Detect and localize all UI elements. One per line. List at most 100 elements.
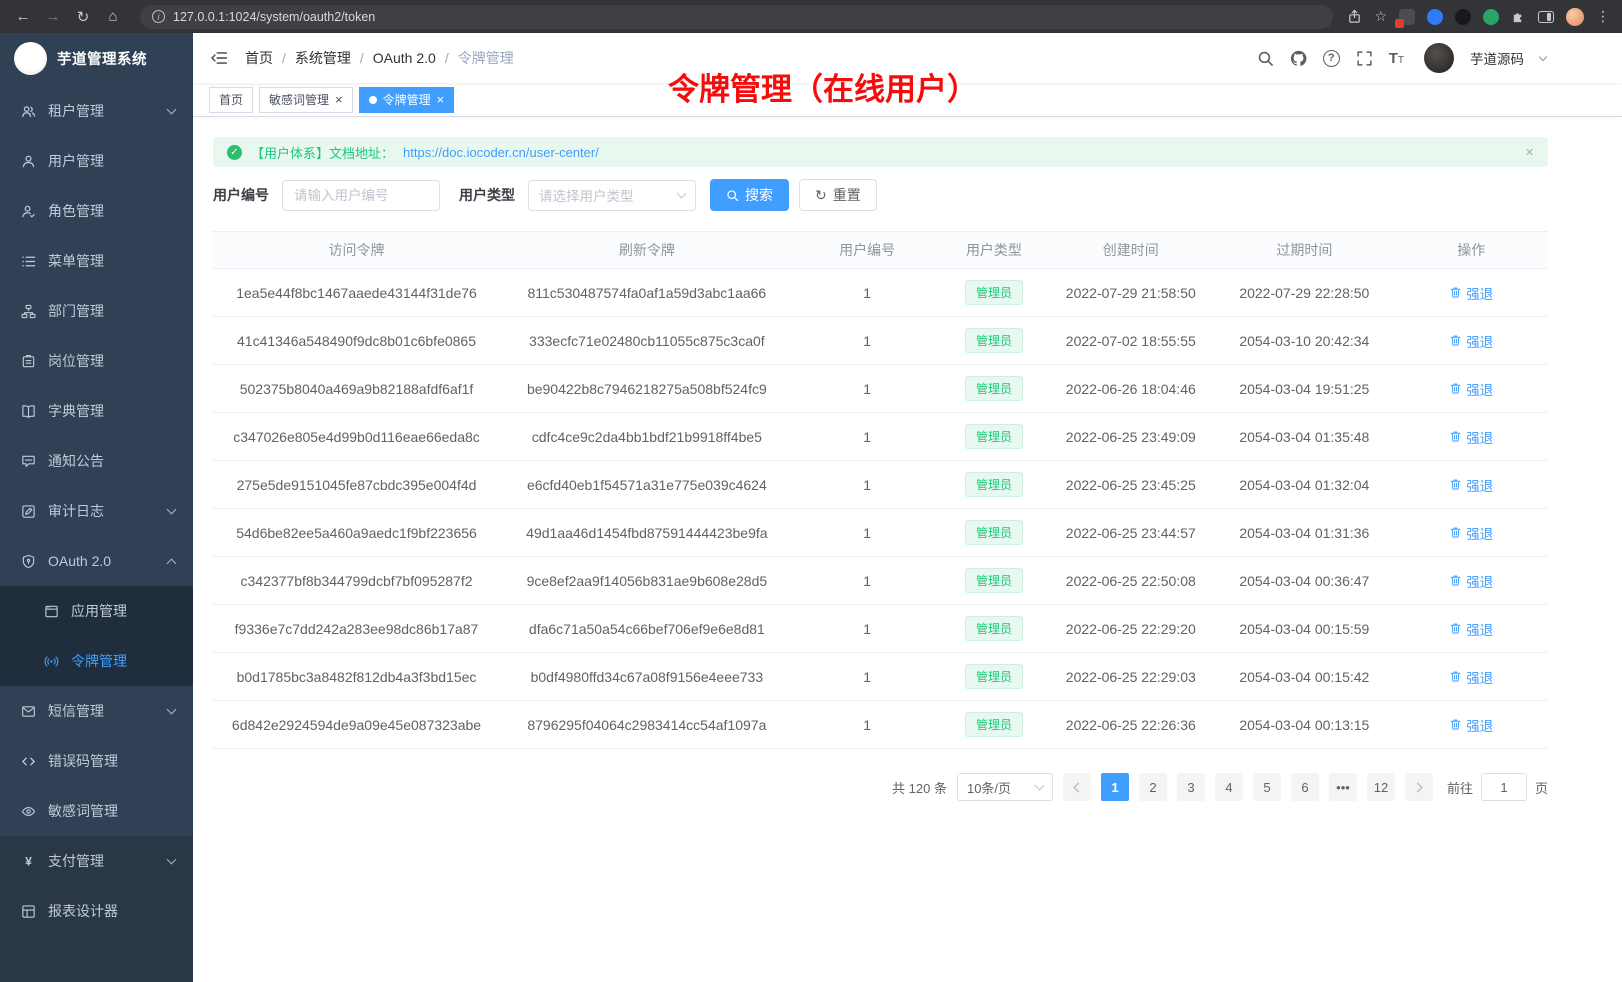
extension-icon-4[interactable] [1483,9,1499,25]
force-logout-button[interactable]: 强退 [1449,427,1493,447]
sidebar-item-report-designer[interactable]: 报表设计器 [0,886,193,936]
page-button[interactable]: 6 [1291,773,1319,801]
site-info-icon[interactable]: i [152,10,165,23]
extension-icon-1[interactable] [1399,9,1415,25]
breadcrumb-home[interactable]: 首页 [245,48,273,68]
refresh-token-cell: 49d1aa46d1454fbd87591444423be9fa [500,509,794,557]
expire-time-cell: 2054-03-04 00:15:59 [1214,605,1394,653]
close-icon[interactable]: × [437,93,445,106]
share-icon[interactable] [1347,9,1362,24]
force-logout-button[interactable]: 强退 [1449,667,1493,687]
back-icon[interactable]: ← [10,5,36,29]
browser-menu-icon[interactable]: ⋮ [1596,8,1610,25]
search-button[interactable]: 搜索 [710,179,789,211]
github-icon[interactable] [1290,50,1307,67]
sidebar-item-role[interactable]: 角色管理 [0,186,193,236]
tab-home[interactable]: 首页 [209,87,253,113]
sidebar-item-sms[interactable]: 短信管理 [0,686,193,736]
extension-icon-2[interactable] [1427,9,1443,25]
force-logout-button[interactable]: 强退 [1449,283,1493,303]
doc-link[interactable]: https://doc.iocoder.cn/user-center/ [403,145,599,160]
sidebar-item-menu[interactable]: 菜单管理 [0,236,193,286]
tab-sensitive-word[interactable]: 敏感词管理 × [259,87,353,113]
next-page-button[interactable] [1405,773,1433,801]
page-button[interactable]: 5 [1253,773,1281,801]
access-token-cell: b0d1785bc3a8482f812db4a3f3bd15ec [213,653,500,701]
extension-icon-3[interactable] [1455,9,1471,25]
browser-profile-avatar[interactable] [1566,8,1584,26]
search-icon[interactable] [1257,50,1274,67]
page-button[interactable]: 3 [1177,773,1205,801]
sidebar-item-dictionary[interactable]: 字典管理 [0,386,193,436]
sidebar-item-error-code[interactable]: 错误码管理 [0,736,193,786]
sidebar-fold-icon[interactable] [210,49,228,67]
page-unit-label: 页 [1535,778,1548,797]
page-size-select[interactable]: 10条/页 [957,773,1053,801]
sidebar-item-oauth[interactable]: OAuth 2.0 [0,536,193,586]
app-logo[interactable]: 芋道管理系统 [0,33,193,83]
help-icon[interactable]: ? [1323,50,1340,67]
refresh-token-cell: 9ce8ef2aa9f14056b831ae9b608e28d5 [500,557,794,605]
column-header: 用户类型 [941,232,1048,269]
sidebar-item-sensitive-word[interactable]: 敏感词管理 [0,786,193,836]
sidebar-item-department[interactable]: 部门管理 [0,286,193,336]
sidebar-item-audit-log[interactable]: 审计日志 [0,486,193,536]
tab-token-management[interactable]: 令牌管理 × [359,87,455,113]
force-logout-button[interactable]: 强退 [1449,571,1493,591]
alert-close-icon[interactable]: × [1525,144,1534,161]
dictionary-icon [21,404,36,419]
page-button[interactable]: 4 [1215,773,1243,801]
force-logout-button[interactable]: 强退 [1449,523,1493,543]
sidebar-item-token-management[interactable]: 令牌管理 [0,636,193,686]
forward-icon[interactable]: → [40,5,66,29]
refresh-icon[interactable]: ↻ [70,5,96,29]
side-panel-icon[interactable] [1538,11,1554,23]
chevron-down-icon[interactable] [1539,52,1547,60]
close-icon[interactable]: × [335,93,343,106]
sidebar-item-post[interactable]: 岗位管理 [0,336,193,386]
font-size-icon[interactable]: TT [1389,50,1404,67]
create-time-cell: 2022-06-25 23:49:09 [1047,413,1214,461]
prev-page-button[interactable] [1063,773,1091,801]
sidebar-item-announcement[interactable]: 通知公告 [0,436,193,486]
page-button[interactable]: 1 [1101,773,1129,801]
address-bar[interactable]: i 127.0.0.1:1024/system/oauth2/token [140,5,1333,29]
force-logout-button[interactable]: 强退 [1449,379,1493,399]
page-button[interactable]: 12 [1367,773,1395,801]
reset-button[interactable]: ↻ 重置 [799,179,877,211]
sidebar-item-user[interactable]: 用户管理 [0,136,193,186]
department-tree-icon [21,304,36,319]
page-button[interactable]: ••• [1329,773,1357,801]
home-icon[interactable]: ⌂ [100,5,126,29]
chevron-down-icon [167,104,177,114]
user-type-badge: 管理员 [965,472,1023,497]
refresh-token-cell: 8796295f04064c2983414cc54af1097a [500,701,794,749]
user-avatar[interactable] [1424,43,1454,73]
bookmark-star-icon[interactable]: ☆ [1374,8,1387,25]
force-logout-button[interactable]: 强退 [1449,331,1493,351]
alert-text: 【用户体系】文档地址： [251,143,394,162]
doc-alert: ✓ 【用户体系】文档地址： https://doc.iocoder.cn/use… [213,137,1548,167]
breadcrumb-system[interactable]: 系统管理 [295,48,351,68]
force-logout-button[interactable]: 强退 [1449,475,1493,495]
breadcrumb-oauth[interactable]: OAuth 2.0 [373,50,436,66]
sidebar-item-app-management[interactable]: 应用管理 [0,586,193,636]
sidebar-item-tenant[interactable]: 租户管理 [0,86,193,136]
user-type-label: 用户类型 [459,185,515,205]
page-button[interactable]: 2 [1139,773,1167,801]
sidebar-item-payment[interactable]: 支付管理 [0,836,193,886]
fullscreen-icon[interactable] [1356,50,1373,67]
extensions-puzzle-icon[interactable] [1511,9,1526,24]
chevron-down-icon [167,704,177,714]
goto-page-input[interactable] [1481,773,1527,801]
create-time-cell: 2022-06-26 18:04:46 [1047,365,1214,413]
token-table-body: 1ea5e44f8bc1467aaede43144f31de76 811c530… [213,269,1548,749]
chevron-down-icon [677,189,687,199]
force-logout-button[interactable]: 强退 [1449,715,1493,735]
user-type-select[interactable]: 请选择用户类型 [528,180,696,211]
user-id-input[interactable] [282,180,440,211]
user-id-label: 用户编号 [213,185,269,205]
token-table: 访问令牌刷新令牌用户编号用户类型创建时间过期时间操作 1ea5e44f8bc14… [213,231,1548,749]
force-logout-button[interactable]: 强退 [1449,619,1493,639]
user-id-cell: 1 [794,557,941,605]
